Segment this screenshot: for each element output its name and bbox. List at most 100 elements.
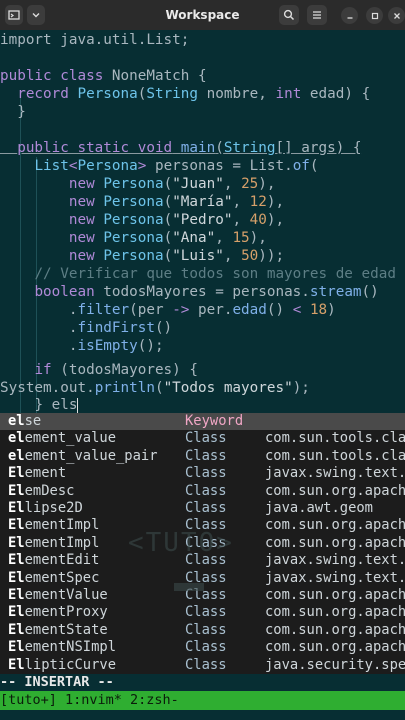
completion-item[interactable]: else Keyword xyxy=(0,413,405,431)
completion-source: com.sun.org.apach xyxy=(265,517,405,534)
completion-rest: ementImpl xyxy=(24,534,100,551)
completion-source: java.security.spe xyxy=(265,656,405,673)
code-line: record Persona(String nombre, int edad) … xyxy=(17,86,371,102)
completion-source: com.sun.org.apach xyxy=(265,534,405,551)
watermark-bar xyxy=(174,583,204,591)
code-line: import java.util.List; xyxy=(0,32,190,48)
completion-kind: Class xyxy=(185,656,227,673)
close-icon[interactable] xyxy=(388,7,405,24)
completion-rest: ement_value_pair xyxy=(24,447,158,464)
completion-match: el xyxy=(8,430,25,447)
title-bar: Workspace xyxy=(0,0,405,30)
watermark-logo: <TUTO> xyxy=(128,528,234,558)
completion-rest: ementValue xyxy=(24,587,108,603)
completion-word: Element xyxy=(8,465,66,482)
code-line: if (todosMayores) { xyxy=(34,362,198,378)
completion-rest: lipticCurve xyxy=(24,656,116,673)
completion-match: El xyxy=(8,500,25,516)
completion-item[interactable]: ElementState Class com.sun.org.apach xyxy=(0,622,405,639)
completion-source: com.sun.org.apach xyxy=(265,587,405,603)
code-line: public static void main(String[] args) { xyxy=(17,140,362,156)
completion-word: ElementEdit xyxy=(8,552,99,569)
mode-indicator: -- INSERTAR -- xyxy=(0,674,405,691)
completion-word: ElementImpl xyxy=(8,517,99,534)
completion-item[interactable]: element_value Class com.sun.tools.cla xyxy=(0,430,405,447)
code-line: new Persona("Pedro", 40), xyxy=(68,212,285,228)
completion-kind: Class xyxy=(185,500,227,516)
code-line: new Persona("Ana", 15), xyxy=(68,230,267,246)
completion-word: ElementValue xyxy=(8,587,108,604)
completion-item[interactable]: ElementProxy Class com.sun.org.apach xyxy=(0,604,405,621)
completion-item[interactable]: ElemDesc Class com.sun.org.apach xyxy=(0,483,405,500)
completion-rest: se xyxy=(24,413,42,429)
completion-kind: Keyword xyxy=(185,413,244,429)
completion-source: javax.swing.text. xyxy=(265,552,405,569)
completion-item[interactable]: element_value_pair Class com.sun.tools.cla xyxy=(0,448,405,465)
menu-icon[interactable] xyxy=(307,5,327,25)
search-icon[interactable] xyxy=(279,5,299,25)
completion-item[interactable]: EllipticCurve Class java.security.spe xyxy=(0,657,405,674)
completion-item[interactable]: ElementNSImpl Class com.sun.org.apach xyxy=(0,639,405,656)
completion-rest: ementState xyxy=(24,621,108,638)
completion-source: com.sun.org.apach xyxy=(265,621,405,638)
completion-match: el xyxy=(8,413,25,429)
code-line: .findFirst() xyxy=(68,320,173,336)
completion-kind: Class xyxy=(185,465,227,482)
completion-source: com.sun.org.apach xyxy=(265,639,405,656)
completion-rest: ementImpl xyxy=(24,517,100,534)
completion-rest: ement xyxy=(24,465,67,482)
completion-word: Ellipse2D xyxy=(8,500,83,517)
code-line: System.out.println("Todos mayores"); xyxy=(0,380,310,396)
dropdown-icon[interactable] xyxy=(27,5,45,25)
app-window-icon[interactable] xyxy=(5,5,23,25)
code-line: new Persona("María", 12), xyxy=(68,194,285,210)
completion-kind: Class xyxy=(185,621,227,638)
maximize-icon[interactable] xyxy=(366,7,383,24)
completion-match: El xyxy=(8,656,25,673)
minimize-icon[interactable] xyxy=(341,7,358,24)
completion-word: ElementProxy xyxy=(8,604,108,621)
completion-match: El xyxy=(8,639,25,656)
code-line: List<Persona> personas = List.of( xyxy=(34,158,319,174)
completion-item[interactable]: Element Class javax.swing.text. xyxy=(0,465,405,482)
completion-source: com.sun.tools.cla xyxy=(265,430,405,447)
completion-match: El xyxy=(8,517,25,534)
completion-match: El xyxy=(8,569,25,586)
completion-rest: emDesc xyxy=(24,482,75,499)
completion-source: javax.swing.text. xyxy=(265,465,405,482)
completion-match: el xyxy=(8,447,25,464)
completion-kind: Class xyxy=(185,604,227,621)
completion-rest: ementProxy xyxy=(24,604,108,621)
completion-rest: ementNSImpl xyxy=(24,639,116,656)
completion-kind: Class xyxy=(185,447,227,464)
completion-rest: ementSpec xyxy=(24,569,100,586)
code-line: public class NoneMatch { xyxy=(0,68,207,84)
code-line: .isEmpty(); xyxy=(68,338,164,354)
completion-word: ElementSpec xyxy=(8,570,99,587)
code-comment: // Verificar que todos son mayores de ed… xyxy=(34,266,396,282)
completion-word: else xyxy=(8,413,41,430)
text-cursor xyxy=(77,397,79,413)
completion-source: com.sun.tools.cla xyxy=(265,447,405,464)
completion-match: El xyxy=(8,465,25,482)
code-line: boolean todosMayores = personas.stream() xyxy=(34,284,379,300)
completion-word: ElementState xyxy=(8,622,108,639)
completion-match: El xyxy=(8,552,25,569)
completion-rest: ement_value xyxy=(24,430,116,447)
completion-item[interactable]: Ellipse2D Class java.awt.geom xyxy=(0,500,405,517)
completion-kind: Class xyxy=(185,639,227,656)
completion-match: El xyxy=(8,534,25,551)
completion-kind: Class xyxy=(185,482,227,499)
code-editor[interactable]: import java.util.List; public class None… xyxy=(0,31,405,413)
completion-match: El xyxy=(8,604,25,621)
completion-word: element_value_pair xyxy=(8,448,158,465)
code-line: .filter(per -> per.edad() < 18) xyxy=(68,302,336,318)
completion-word: ElementImpl xyxy=(8,535,99,552)
completion-match: El xyxy=(8,621,25,638)
code-line: new Persona("Luis", 50)); xyxy=(68,248,285,264)
completion-source: java.awt.geom xyxy=(265,500,373,516)
code-line: } xyxy=(17,104,26,120)
completion-rest: ementEdit xyxy=(24,552,100,569)
tmux-status-bar: [tuto+] 1:nvim* 2:zsh- xyxy=(0,691,405,710)
completion-kind: Class xyxy=(185,430,227,447)
